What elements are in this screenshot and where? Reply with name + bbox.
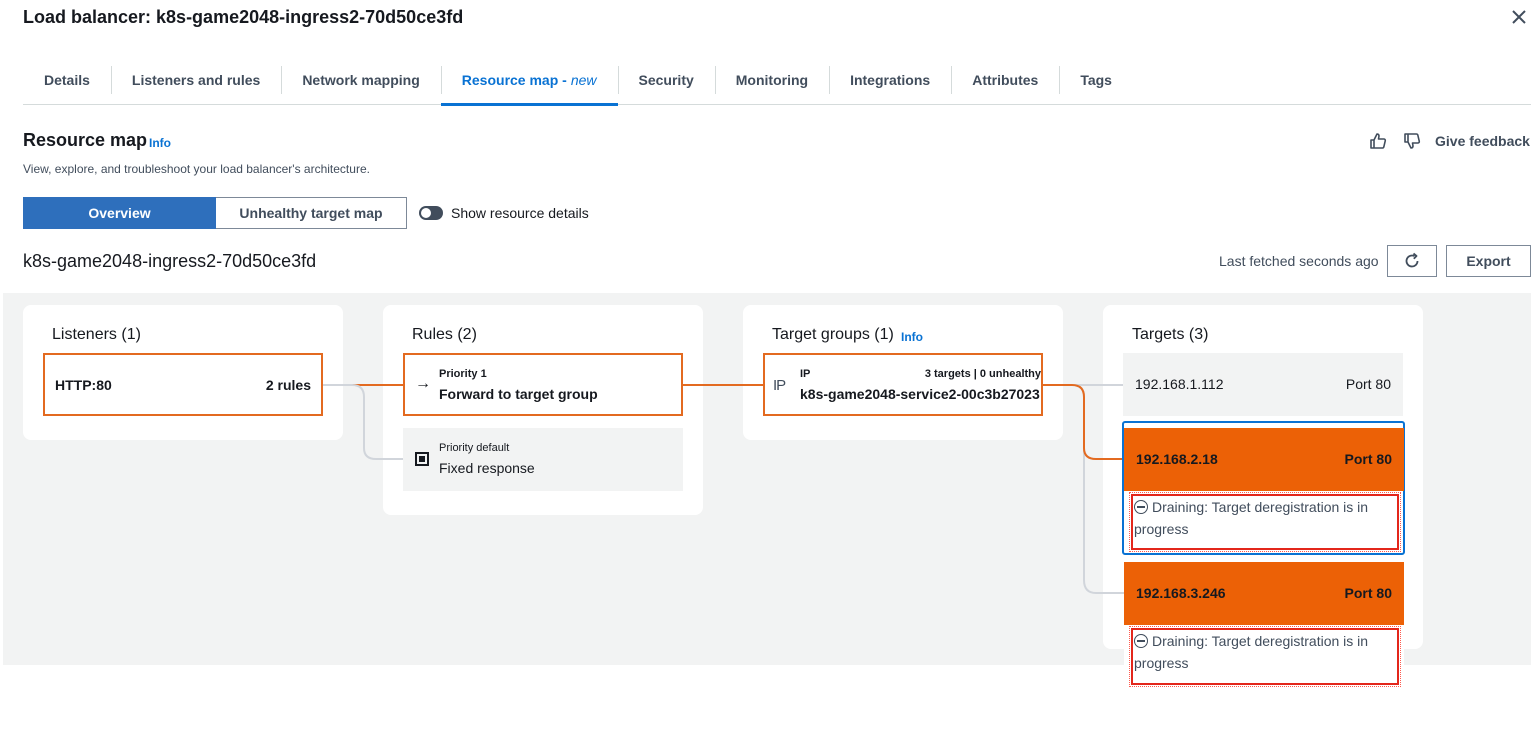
info-link[interactable]: Info <box>149 136 171 150</box>
tab-attributes[interactable]: Attributes <box>951 56 1059 104</box>
tab-label: Network mapping <box>302 72 420 88</box>
arrow-right-icon: → <box>415 375 431 392</box>
rule-node-priority-default[interactable]: Priority default Fixed response <box>403 428 683 491</box>
listener-protocol: HTTP:80 <box>55 377 112 393</box>
load-balancer-name: k8s-game2048-ingress2-70d50ce3fd <box>23 251 317 271</box>
page-title: Load balancer: k8s-game2048-ingress2-70d… <box>23 7 464 27</box>
target-group-node[interactable]: IP IP 3 targets | 0 unhealthy k8s-game20… <box>763 353 1043 416</box>
last-fetched-text: Last fetched seconds ago <box>1219 253 1379 269</box>
close-icon[interactable] <box>1508 6 1530 28</box>
tab-bar: Details Listeners and rules Network mapp… <box>23 56 1531 106</box>
rule-priority: Priority default <box>439 442 510 454</box>
listener-rule-count: 2 rules <box>265 377 311 393</box>
target-group-type: IP <box>800 368 811 380</box>
target-status-annotation: Draining: Target deregistration is in pr… <box>1129 492 1401 552</box>
thumbs-up-icon[interactable] <box>1369 132 1387 150</box>
target-port: Port 80 <box>1344 585 1392 601</box>
target-status-text: Draining: Target deregistration is in pr… <box>1134 633 1369 671</box>
target-port: Port 80 <box>1344 451 1392 467</box>
refresh-button[interactable] <box>1387 245 1437 277</box>
give-feedback-link[interactable]: Give feedback <box>1435 133 1530 149</box>
tab-label: Details <box>44 72 90 88</box>
overview-button[interactable]: Overview <box>23 197 216 229</box>
fixed-response-icon <box>415 452 429 466</box>
show-resource-details-label: Show resource details <box>451 205 589 221</box>
rule-node-priority-1[interactable]: → Priority 1 Forward to target group <box>403 353 683 416</box>
tab-security[interactable]: Security <box>617 56 715 104</box>
target-ip: 192.168.3.246 <box>1136 585 1226 601</box>
target-node[interactable]: 192.168.1.112 Port 80 <box>1123 353 1403 416</box>
target-port: Port 80 <box>1345 376 1391 392</box>
tab-label: Attributes <box>972 72 1039 88</box>
target-ip: 192.168.1.112 <box>1135 376 1224 392</box>
target-group-name: k8s-game2048-service2-00c3b27023 <box>800 386 1040 402</box>
targets-title: Targets (3) <box>1132 326 1209 343</box>
target-status-text: Draining: Target deregistration is in pr… <box>1134 499 1369 537</box>
tab-integrations[interactable]: Integrations <box>829 56 951 104</box>
listeners-title: Listeners (1) <box>52 326 141 343</box>
rules-title: Rules (2) <box>412 326 477 343</box>
draining-status-icon <box>1134 634 1148 648</box>
target-ip: 192.168.2.18 <box>1136 451 1218 467</box>
target-groups-title: Target groups (1) <box>772 326 894 343</box>
section-description: View, explore, and troubleshoot your loa… <box>23 162 370 176</box>
tab-label: Monitoring <box>735 72 809 88</box>
tab-monitoring[interactable]: Monitoring <box>714 56 829 104</box>
rule-action: Fixed response <box>439 460 535 476</box>
tab-tags[interactable]: Tags <box>1059 56 1133 104</box>
tab-label: Security <box>638 72 694 88</box>
tab-details[interactable]: Details <box>23 56 111 104</box>
rule-priority: Priority 1 <box>439 368 487 380</box>
listener-node[interactable]: HTTP:80 2 rules <box>43 353 323 416</box>
tab-label: Listeners and rules <box>131 72 261 88</box>
tab-label: Tags <box>1080 72 1112 88</box>
show-resource-details-toggle[interactable] <box>419 206 443 220</box>
target-node-draining[interactable]: 192.168.3.246 Port 80 <box>1124 562 1404 625</box>
thumbs-down-icon[interactable] <box>1403 132 1421 150</box>
tab-listeners-and-rules[interactable]: Listeners and rules <box>110 56 281 104</box>
view-segmented-control: Overview Unhealthy target map <box>23 197 407 229</box>
target-groups-info-link[interactable]: Info <box>901 330 923 344</box>
tab-label: Integrations <box>850 72 931 88</box>
tab-network-mapping[interactable]: Network mapping <box>281 56 440 104</box>
unhealthy-target-map-button[interactable]: Unhealthy target map <box>216 197 407 229</box>
target-status-annotation: Draining: Target deregistration is in pr… <box>1129 626 1401 687</box>
tab-resource-map[interactable]: Resource map - new <box>440 56 618 106</box>
target-node-draining[interactable]: 192.168.2.18 Port 80 <box>1124 428 1404 491</box>
tab-label: Resource map - <box>461 72 567 88</box>
ip-type-icon: IP <box>773 377 786 394</box>
rule-action: Forward to target group <box>439 386 598 402</box>
refresh-icon <box>1405 252 1419 268</box>
new-badge: new <box>570 72 597 88</box>
section-title: Resource map <box>23 130 148 150</box>
export-button[interactable]: Export <box>1446 245 1531 277</box>
target-group-counts: 3 targets | 0 unhealthy <box>924 368 1041 380</box>
draining-status-icon <box>1134 500 1148 514</box>
